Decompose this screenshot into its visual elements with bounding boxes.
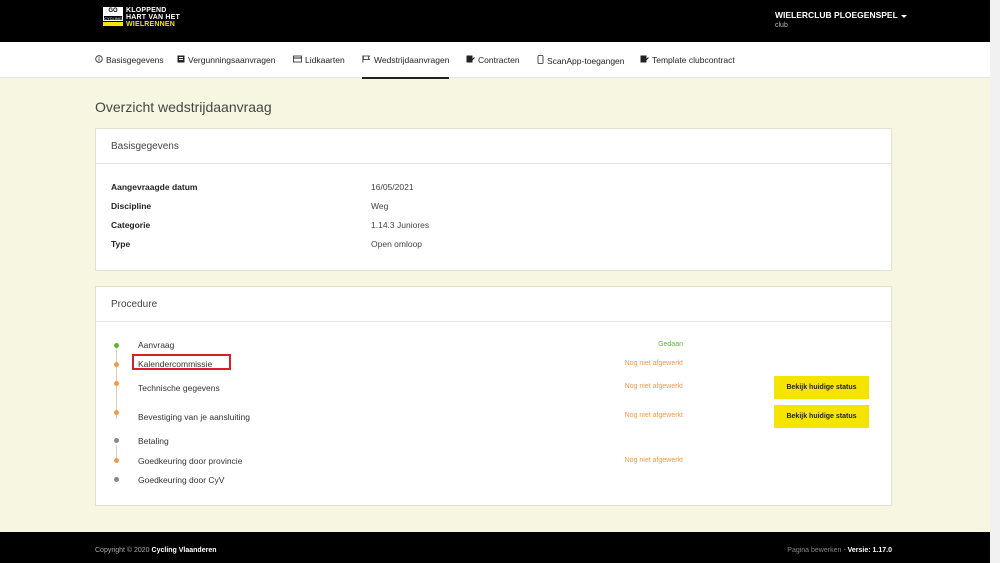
club-name: WIELERCLUB PLOEGENSPEL [775, 10, 898, 20]
nav-label: Wedstrijdaanvragen [374, 55, 450, 65]
copyright: Copyright © 2020 Cycling Vlaanderen [95, 547, 217, 554]
flag-icon [362, 55, 371, 65]
cycling-vlaanderen-logo[interactable]: GO CYCLING KLOPPEND HART VAN HET WIELREN… [103, 7, 180, 33]
procedure-card: Procedure Aanvraag Gedaan Kalendercommis… [95, 286, 892, 506]
card-title: Basisgegevens [96, 129, 891, 164]
copyright-prefix: Copyright © 2020 [95, 547, 150, 554]
step-status: Nog niet afgewerkt [624, 457, 683, 464]
step-label-bevestiging-aansluiting: Bevestiging van je aansluiting [138, 412, 250, 422]
field-label-categorie: Categorie [111, 220, 151, 230]
pen-doc-icon [640, 55, 649, 65]
view-status-button-bevestiging[interactable]: Bekijk huidige status [774, 405, 869, 428]
mobile-icon [537, 55, 544, 66]
pen-doc-icon [466, 55, 475, 65]
club-account-menu[interactable]: WIELERCLUB PLOEGENSPEL club [775, 10, 907, 29]
club-role: club [775, 22, 788, 29]
view-status-button-technische-gegevens[interactable]: Bekijk huidige status [774, 376, 869, 399]
nav-label: ScanApp-toegangen [547, 55, 625, 66]
edit-page-link[interactable]: Pagina bewerken [787, 547, 841, 554]
nav-item-template-clubcontract[interactable]: Template clubcontract [640, 55, 735, 65]
logo-badge: GO CYCLING [103, 7, 123, 29]
version-label: Versie: 1.17.0 [847, 547, 892, 554]
step-label-aanvraag: Aanvraag [138, 340, 175, 350]
step-dot-inactive [114, 438, 119, 443]
club-name-row: WIELERCLUB PLOEGENSPEL [775, 10, 907, 20]
highlight-box [132, 354, 231, 370]
field-value-discipline: Weg [371, 201, 389, 211]
logo-line-3: WIELRENNEN [126, 21, 176, 28]
step-label-betaling: Betaling [138, 436, 169, 446]
id-card-icon [177, 55, 185, 65]
field-label-type: Type [111, 239, 131, 249]
basisgegevens-card: Basisgegevens Aangevraagde datum 16/05/2… [95, 128, 892, 271]
logo-text: KLOPPEND HART VAN HET WIELRENNEN [126, 7, 180, 28]
field-label-aangevraagde-datum: Aangevraagde datum [111, 182, 198, 192]
nav-label: Contracten [478, 55, 520, 65]
step-label-goedkeuring-provincie: Goedkeuring door provincie [138, 456, 243, 466]
top-bar: GO CYCLING KLOPPEND HART VAN HET WIELREN… [0, 0, 1000, 42]
footer: Copyright © 2020 Cycling Vlaanderen Pagi… [0, 532, 1000, 563]
logo-badge-mid: CYCLING [103, 15, 123, 21]
info-circle-icon [95, 55, 103, 65]
step-dot-pending [114, 410, 119, 415]
field-value-type: Open omloop [371, 239, 423, 249]
logo-badge-top: GO [103, 7, 123, 15]
nav-item-basisgegevens[interactable]: Basisgegevens [95, 55, 164, 65]
field-value-aangevraagde-datum: 16/05/2021 [371, 182, 414, 192]
step-status: Nog niet afgewerkt [624, 383, 683, 390]
nav-item-vergunningsaanvragen[interactable]: Vergunningsaanvragen [177, 55, 275, 65]
nav-label: Vergunningsaanvragen [188, 55, 276, 65]
card-icon [293, 55, 302, 65]
nav-label: Basisgegevens [106, 55, 164, 65]
page-title: Overzicht wedstrijdaanvraag [95, 99, 272, 115]
step-status: Nog niet afgewerkt [624, 360, 683, 367]
copyright-org-link[interactable]: Cycling Vlaanderen [152, 547, 217, 554]
logo-line-2: HART VAN HET [126, 14, 180, 21]
step-dot-done [114, 343, 119, 348]
step-label-technische-gegevens: Technische gegevens [138, 383, 220, 393]
step-dot-pending [114, 458, 119, 463]
footer-meta: Pagina bewerken - Versie: 1.17.0 [787, 547, 892, 554]
step-status: Nog niet afgewerkt [624, 412, 683, 419]
nav-item-wedstrijdaanvragen[interactable]: Wedstrijdaanvragen [362, 55, 450, 79]
main-nav: Basisgegevens Vergunningsaanvragen Lidka… [0, 42, 1000, 79]
logo-badge-stripe [103, 22, 123, 26]
scrollbar[interactable] [990, 0, 1000, 563]
step-dot-inactive [114, 477, 119, 482]
logo-line-1: KLOPPEND [126, 7, 167, 14]
caret-down-icon [900, 15, 907, 18]
step-dot-pending [114, 362, 119, 367]
card-title: Procedure [96, 287, 891, 322]
nav-label: Template clubcontract [652, 55, 735, 65]
field-label-discipline: Discipline [111, 201, 152, 211]
field-value-categorie: 1.14.3 Juniores [371, 220, 430, 230]
footer-separator: - [843, 547, 846, 554]
step-status: Gedaan [658, 341, 683, 348]
step-dot-pending [114, 381, 119, 386]
nav-label: Lidkaarten [305, 55, 345, 65]
step-label-goedkeuring-cyv: Goedkeuring door CyV [138, 475, 225, 485]
nav-item-scanapp-toegangen[interactable]: ScanApp-toegangen [537, 55, 625, 66]
nav-item-lidkaarten[interactable]: Lidkaarten [293, 55, 345, 65]
nav-item-contracten[interactable]: Contracten [466, 55, 520, 65]
